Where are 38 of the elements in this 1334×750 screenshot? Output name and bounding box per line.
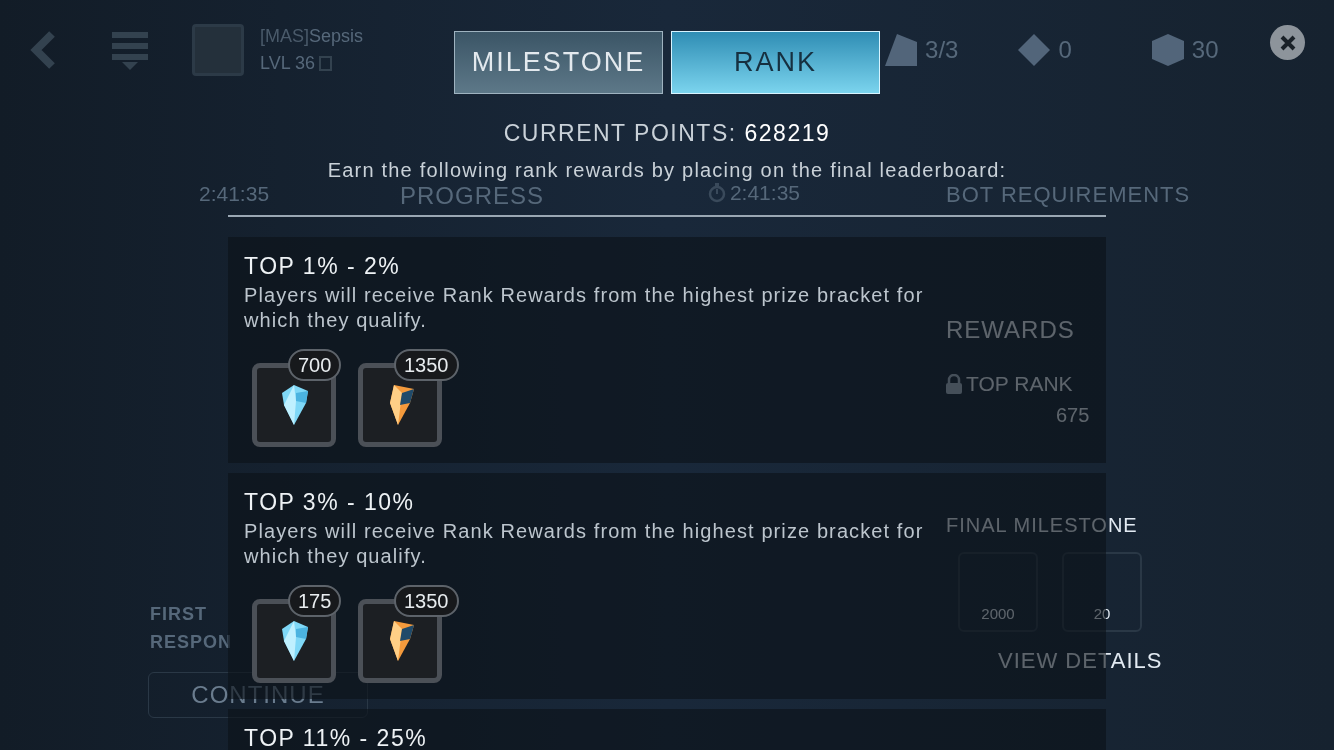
level-label: LVL 36 [260, 52, 316, 75]
reward-label: TOP RANK [966, 371, 1073, 397]
avatar[interactable] [192, 24, 244, 76]
tab[interactable]: RANK [671, 31, 880, 94]
back-icon[interactable] [30, 30, 56, 70]
section-heading: FINAL MILESTONE [946, 512, 1138, 538]
cube-icon [1151, 34, 1184, 66]
reward-amount: 1350 [394, 349, 459, 381]
bracket-title: TOP 3% - 10% [244, 487, 415, 517]
token-icon [1018, 34, 1051, 66]
stat-value: 3/3 [925, 35, 959, 65]
close-button[interactable] [1270, 25, 1305, 60]
reward-count: 675 [1056, 402, 1090, 428]
stopwatch-icon [707, 183, 726, 203]
bracket-title: TOP 1% - 2% [244, 251, 401, 281]
close-icon [1279, 34, 1296, 51]
stat-value: 0 [1058, 35, 1072, 65]
stat-value: 30 [1191, 35, 1219, 65]
menu-icon[interactable] [112, 30, 148, 70]
section-heading: BOT REQUIREMENTS [946, 181, 1192, 209]
reward-amount: 175 [288, 585, 342, 617]
bracket-title: TOP 11% - 25% [244, 723, 428, 750]
section-heading: PROGRESS [400, 181, 545, 208]
bracket-description: Players will receive Rank Rewards from the highest prize bracket for which they qualify. [244, 283, 925, 333]
bracket-description: Players will receive Rank Rewards from the highest prize bracket for which they qualify. [244, 519, 925, 569]
tab[interactable]: MILESTONE [454, 31, 663, 94]
points-text: CURRENT POINTS: 628219 [503, 119, 831, 148]
lock-icon [946, 373, 962, 394]
section-heading: REWARDS [946, 315, 1076, 345]
timer-text: 2:41:35 [199, 181, 270, 207]
reward-amount: 700 [288, 349, 342, 381]
reward-amount: 1350 [394, 585, 459, 617]
reward-tile: 20 [1062, 551, 1142, 632]
timer-text: 2:41:35 [729, 181, 800, 207]
reward-tile: 2000 [958, 551, 1038, 632]
instructions-text: Earn the following rank rewards by placing on the final leaderboard: [327, 157, 1007, 183]
player-name: [MAS]Sepsis [260, 25, 364, 48]
level-badge-icon [319, 56, 333, 71]
